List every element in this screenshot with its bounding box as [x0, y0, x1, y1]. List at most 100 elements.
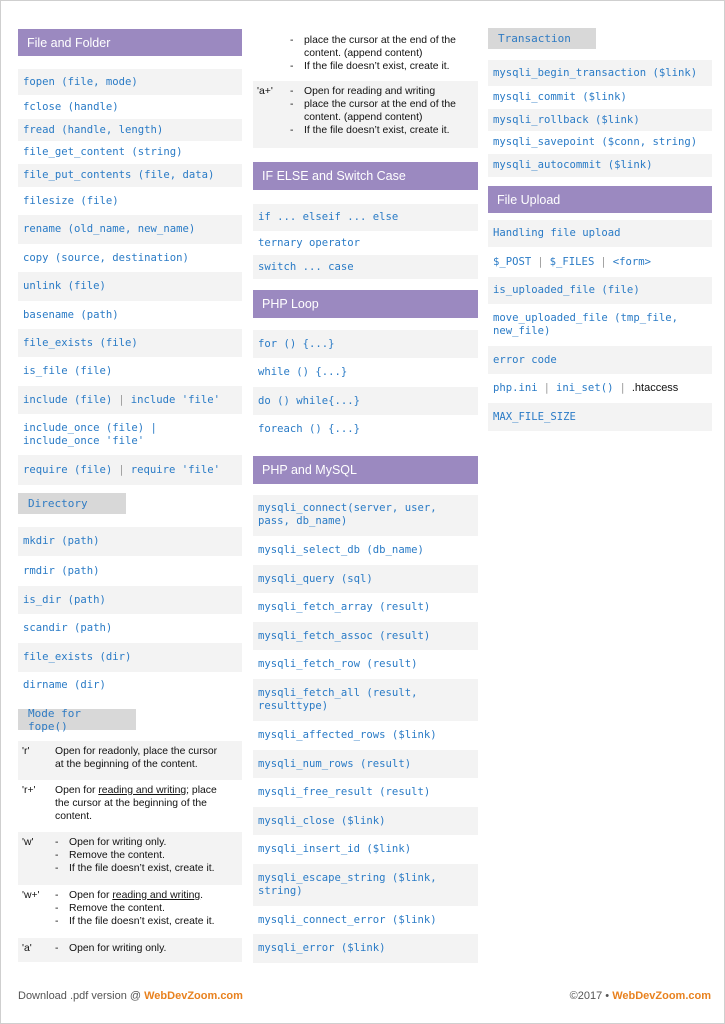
- bullet-line: content. (append content): [290, 111, 474, 124]
- list-item-move-uploaded-file[interactable]: move_uploaded_file (tmp_file, new_file): [488, 304, 712, 346]
- php-ini: php.ini: [493, 382, 538, 394]
- list-item-ternary[interactable]: ternary operator: [253, 231, 478, 255]
- list-item-handling-upload[interactable]: Handling file upload: [488, 220, 712, 247]
- list-item-mysqli-select-db[interactable]: mysqli_select_db (db_name): [253, 536, 478, 565]
- list-item-rmdir[interactable]: rmdir (path): [18, 556, 242, 586]
- bullet-line: - Open for reading and writing: [290, 85, 474, 98]
- loop-list: for () {...} while () {...} do () while{…: [253, 330, 478, 444]
- footer-download[interactable]: Download .pdf version @ WebDevZoom.com: [18, 990, 243, 1002]
- var-files: $_FILES: [549, 255, 595, 268]
- list-item-fread[interactable]: fread (handle, length): [18, 119, 242, 141]
- footer-copyright-text: ©2017 •: [569, 990, 613, 1002]
- mode-key: 'r': [22, 746, 30, 757]
- include-text: include (file): [23, 393, 113, 406]
- section-header-file-folder: File and Folder: [18, 29, 242, 56]
- list-item-mysqli-affected-rows[interactable]: mysqli_affected_rows ($link): [253, 721, 478, 750]
- list-item-file-exists-dir[interactable]: file_exists (dir): [18, 643, 242, 672]
- list-item-do-while[interactable]: do () while{...}: [253, 387, 478, 415]
- list-item-mysqli-connect-error[interactable]: mysqli_connect_error ($link): [253, 906, 478, 934]
- upload-list: Handling file upload $_POST | $_FILES | <for…: [488, 220, 712, 431]
- list-item-dirname[interactable]: dirname (dir): [18, 672, 242, 699]
- move-line2: new_file): [493, 325, 551, 337]
- mode-text: content. (append content): [304, 112, 423, 123]
- list-item-file-put-contents[interactable]: file_put_contents (file, data): [18, 164, 242, 187]
- dash: -: [55, 863, 59, 874]
- list-item-mysqli-fetch-row[interactable]: mysqli_fetch_row (result): [253, 650, 478, 679]
- dash: -: [290, 86, 294, 97]
- bullet-line: - If the file doesn’t exist, create it.: [290, 60, 474, 73]
- list-item-while[interactable]: while () {...}: [253, 358, 478, 387]
- include-once-line1: include_once (file) |: [23, 422, 157, 434]
- list-item-basename[interactable]: basename (path): [18, 301, 242, 329]
- list-item-rename[interactable]: rename (old_name, new_name): [18, 215, 242, 244]
- dash: -: [55, 850, 59, 861]
- section-header-transaction: Transaction: [488, 28, 596, 49]
- mode-description: - Open for reading and writing - place the…: [290, 85, 474, 144]
- list-item-file-get-content[interactable]: file_get_content (string): [18, 141, 242, 164]
- list-item-require[interactable]: require (file) | require 'file': [18, 455, 242, 485]
- list-item-mysqli-connect[interactable]: mysqli_connect(server, user, pass, db_na…: [253, 495, 478, 536]
- list-item-fopen[interactable]: fopen (file, mode): [18, 69, 242, 95]
- file-folder-list: fopen (file, mode) fclose (handle) fread…: [18, 69, 242, 485]
- footer-download-link[interactable]: WebDevZoom.com: [144, 990, 243, 1002]
- bullet-line: - Open for reading and writing.: [55, 889, 238, 902]
- list-item-ini-settings[interactable]: php.ini | ini_set() | .htaccess: [488, 374, 712, 403]
- bullet-line: content. (append content): [290, 47, 474, 60]
- column-left: File and Folder fopen (file, mode) fclos…: [18, 0, 242, 962]
- mode-key-empty: [257, 34, 290, 77]
- list-item-mysqli-num-rows[interactable]: mysqli_num_rows (result): [253, 750, 478, 778]
- list-item-if-elseif[interactable]: if ... elseif ... else: [253, 204, 478, 231]
- list-item-include[interactable]: include (file) | include 'file': [18, 386, 242, 414]
- mode-w: 'w' - Open for writing only. - Remove the …: [18, 832, 242, 885]
- list-item-mysqli-error[interactable]: mysqli_error ($link): [253, 934, 478, 963]
- list-item-unlink[interactable]: unlink (file): [18, 272, 242, 301]
- footer-brand-link[interactable]: WebDevZoom.com: [612, 990, 711, 1002]
- mode-text: If the file doesn’t exist, create it.: [304, 61, 450, 72]
- footer-download-text: Download .pdf version @: [18, 990, 145, 1002]
- mode-key: 'a': [22, 943, 32, 954]
- list-item-mysqli-fetch-assoc[interactable]: mysqli_fetch_assoc (result): [253, 622, 478, 650]
- list-item-upload-vars[interactable]: $_POST | $_FILES | <form>: [488, 247, 712, 277]
- list-item-error-code[interactable]: error code: [488, 346, 712, 374]
- list-item-is-dir[interactable]: is_dir (path): [18, 586, 242, 614]
- mode-r: 'r' Open for readonly, place the cursor …: [18, 741, 242, 780]
- list-item-mysqli-escape-string[interactable]: mysqli_escape_string ($link, string): [253, 864, 478, 906]
- list-item-fclose[interactable]: fclose (handle): [18, 95, 242, 119]
- mode-w-plus: 'w+' - Open for reading and writing. - Rem…: [18, 885, 242, 938]
- separator: |: [537, 255, 544, 268]
- list-item-mysqli-close[interactable]: mysqli_close ($link): [253, 807, 478, 835]
- bullet-line: - If the file doesn’t exist, create it.: [55, 862, 238, 875]
- column-middle: - place the cursor at the end of the cont…: [253, 0, 478, 963]
- transaction-list: mysqli_begin_transaction ($link) mysqli_…: [488, 60, 712, 177]
- list-item-savepoint[interactable]: mysqli_savepoint ($conn, string): [488, 131, 712, 154]
- mode-text: Open for: [55, 785, 99, 796]
- list-item-is-file[interactable]: is_file (file): [18, 357, 242, 386]
- list-item-scandir[interactable]: scandir (path): [18, 614, 242, 643]
- list-item-commit[interactable]: mysqli_commit ($link): [488, 86, 712, 109]
- list-item-include-once[interactable]: include_once (file) | include_once 'file…: [18, 414, 242, 455]
- list-item-mysqli-fetch-array[interactable]: mysqli_fetch_array (result): [253, 593, 478, 622]
- list-item-filesize[interactable]: filesize (file): [18, 187, 242, 215]
- mode-text: content. (append content): [304, 48, 423, 59]
- list-item-mysqli-insert-id[interactable]: mysqli_insert_id ($link): [253, 835, 478, 864]
- list-item-mkdir[interactable]: mkdir (path): [18, 527, 242, 556]
- list-item-copy[interactable]: copy (source, destination): [18, 244, 242, 272]
- list-item-begin-transaction[interactable]: mysqli_begin_transaction ($link): [488, 60, 712, 86]
- list-item-mysqli-free-result[interactable]: mysqli_free_result (result): [253, 778, 478, 807]
- list-item-for[interactable]: for () {...}: [253, 330, 478, 358]
- list-item-switch[interactable]: switch ... case: [253, 255, 478, 279]
- mode-line: Open for readonly, place the cursor: [55, 746, 218, 757]
- list-item-rollback[interactable]: mysqli_rollback ($link): [488, 109, 712, 131]
- directory-list: mkdir (path) rmdir (path) is_dir (path) …: [18, 527, 242, 699]
- section-header-file-upload: File Upload: [488, 186, 712, 213]
- section-header-loop: PHP Loop: [253, 290, 478, 318]
- list-item-autocommit[interactable]: mysqli_autocommit ($link): [488, 154, 712, 177]
- list-item-mysqli-fetch-all[interactable]: mysqli_fetch_all (result, resulttype): [253, 679, 478, 721]
- list-item-max-file-size[interactable]: MAX_FILE_SIZE: [488, 403, 712, 431]
- var-post: $_POST: [493, 255, 532, 268]
- list-item-is-uploaded-file[interactable]: is_uploaded_file (file): [488, 277, 712, 304]
- list-item-foreach[interactable]: foreach () {...}: [253, 415, 478, 444]
- list-item-file-exists[interactable]: file_exists (file): [18, 329, 242, 357]
- list-item-mysqli-query[interactable]: mysqli_query (sql): [253, 565, 478, 593]
- column-right: Transaction mysqli_begin_transaction ($l…: [488, 0, 712, 431]
